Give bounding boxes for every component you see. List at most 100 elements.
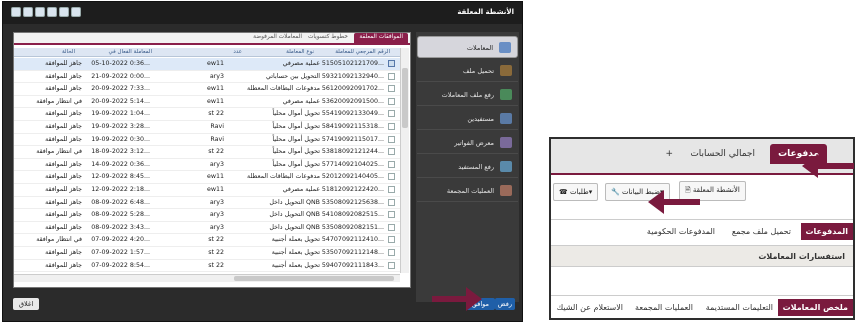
cell-type: تحويل أموال محلياً bbox=[272, 148, 320, 156]
column-header[interactable]: الرقم المرجعي للمعاملة bbox=[335, 49, 390, 55]
table-row[interactable]: 55419092133049... تحويل أموال محلياً st 22… bbox=[14, 108, 400, 121]
cell-ref: 58419092115318... bbox=[321, 123, 384, 130]
cell-count: st 22 bbox=[208, 148, 224, 156]
nav-bulk-operations[interactable]: العمليات المجمعة bbox=[635, 303, 693, 312]
submenu-government-payments[interactable]: المدفوعات الحكومية bbox=[647, 227, 715, 236]
requests-button[interactable]: ☎ طلبات▾ bbox=[553, 183, 599, 201]
cell-type: تحويل أموال محلياً bbox=[272, 160, 320, 168]
cell-count: ary3 bbox=[209, 160, 224, 168]
cell-ref: 53620092091500... bbox=[321, 97, 384, 105]
cell-status: في انتظار موافقة bbox=[36, 148, 82, 156]
upload-file-icon bbox=[500, 65, 512, 76]
row-checkbox[interactable] bbox=[388, 198, 395, 206]
nav-cheque-inquiry[interactable]: الاستعلام عن الشيك bbox=[557, 303, 623, 312]
scroll-thumb[interactable] bbox=[402, 68, 408, 128]
table-row[interactable]: 53508092082151... التحويل داخل QNB ary3 08-… bbox=[14, 222, 400, 235]
row-checkbox[interactable] bbox=[388, 173, 395, 181]
cell-status: جاهز للموافقة bbox=[45, 198, 82, 206]
cell-ref: 56120092091702... bbox=[321, 85, 384, 93]
sidebar-item[interactable]: المعاملات bbox=[417, 36, 518, 58]
table-row[interactable]: 54707092112410... تحويل بعملة أجنبية st 22… bbox=[14, 234, 400, 247]
cell-date: 18-09-2022 3:12... bbox=[91, 148, 150, 156]
column-header[interactable]: الحالة bbox=[62, 49, 75, 55]
tab[interactable]: خطوط كتسويات bbox=[308, 34, 348, 45]
table-row[interactable]: 59321092132940... التحويل بين حساباتي ary3… bbox=[14, 71, 400, 84]
cell-type: تحويل أموال محلياً bbox=[272, 110, 320, 118]
table-row[interactable]: 51812092122420... عملية مصرفي ew11 12-09-20… bbox=[14, 184, 400, 197]
row-checkbox[interactable] bbox=[388, 160, 395, 168]
sidebar-item[interactable]: العمليات المجمعة bbox=[417, 180, 518, 202]
window-control-icon[interactable] bbox=[71, 7, 81, 17]
reject-button[interactable]: رفض bbox=[494, 298, 515, 310]
table-row[interactable]: 53507092112148... تحويل بعملة أجنبية st 22… bbox=[14, 247, 400, 260]
table-row[interactable]: 51505102121709... عملية مصرفي ew11 05-10-20… bbox=[14, 58, 400, 71]
table-row[interactable]: 56120092091702... مدفوعات البطاقات المعطل… bbox=[14, 83, 400, 96]
table-row[interactable]: 57714092104025... تحويل أموال محلياً ary3 1… bbox=[14, 159, 400, 172]
row-checkbox[interactable] bbox=[388, 123, 395, 130]
window-control-icon[interactable] bbox=[23, 7, 33, 17]
arrow-shaft bbox=[432, 296, 470, 302]
nav-transaction-summary[interactable]: ملخص المعاملات bbox=[777, 299, 853, 316]
cell-ref: 59407092111843... bbox=[321, 261, 384, 269]
tab-payments[interactable]: مدفوعات bbox=[770, 144, 827, 164]
window-control-icon[interactable] bbox=[11, 7, 21, 17]
row-checkbox[interactable] bbox=[388, 110, 395, 118]
cell-status: جاهز للموافقة bbox=[45, 72, 82, 80]
table-row[interactable]: 53508092125638... التحويل داخل QNB ary3 08-… bbox=[14, 197, 400, 210]
requests-icon: ☎ bbox=[559, 188, 568, 196]
pending-activities-button[interactable]: 🗎 الأنشطة المعلقة bbox=[679, 181, 746, 201]
horizontal-scrollbar[interactable] bbox=[14, 274, 400, 282]
table-row[interactable]: 57419092115017... تحويل أموال محلياً Ravi 1… bbox=[14, 134, 400, 147]
window-control-icon[interactable] bbox=[59, 7, 69, 17]
window-control-icon[interactable] bbox=[35, 7, 45, 17]
row-checkbox[interactable] bbox=[388, 85, 395, 93]
row-checkbox[interactable] bbox=[388, 223, 395, 231]
row-checkbox[interactable] bbox=[388, 148, 395, 156]
window-control-icon[interactable] bbox=[47, 7, 57, 17]
row-checkbox[interactable] bbox=[388, 97, 395, 105]
column-header[interactable]: المعاملة الفعال في bbox=[109, 49, 152, 55]
sidebar-item-label: تحميل ملف bbox=[462, 67, 494, 75]
tab[interactable]: المعاملات المرفوضة bbox=[253, 34, 302, 45]
row-checkbox[interactable] bbox=[388, 236, 395, 244]
table-row[interactable]: 53620092091500... عملية مصرفي ew11 20-09-20… bbox=[14, 96, 400, 109]
submenu-payments[interactable]: المدفوعات bbox=[800, 223, 853, 240]
close-button[interactable]: اغلاق bbox=[13, 298, 40, 310]
cell-ref: 52012092140405... bbox=[321, 173, 384, 181]
cell-count: st 22 bbox=[208, 236, 224, 244]
table-row[interactable]: 52012092140405... مدفوعات البطاقات المعطل… bbox=[14, 171, 400, 184]
pending-activities-window: الأنشطة المعلقة المعاملات تحميل ملف رفع مل… bbox=[2, 1, 523, 322]
cell-count: Ravi bbox=[210, 135, 224, 143]
tab-total-accounts[interactable]: اجمالي الحسابات bbox=[690, 149, 755, 159]
sidebar-item[interactable]: رفع المستفيد bbox=[417, 156, 518, 178]
row-checkbox[interactable] bbox=[388, 211, 395, 219]
scroll-thumb[interactable] bbox=[234, 276, 394, 281]
row-checkbox[interactable] bbox=[388, 261, 395, 269]
table-row[interactable]: 58419092115318... تحويل أموال محلياً Ravi 1… bbox=[14, 121, 400, 134]
table-row[interactable]: 54108092082515... التحويل داخل QNB ary3 08-… bbox=[14, 209, 400, 222]
cell-date: 19-09-2022 3:28... bbox=[91, 123, 150, 130]
table-row[interactable]: 53818092121244... تحويل أموال محلياً st 22… bbox=[14, 146, 400, 159]
row-checkbox[interactable] bbox=[388, 249, 395, 256]
sidebar-item[interactable]: تحميل ملف bbox=[417, 60, 518, 82]
row-checkbox[interactable] bbox=[388, 60, 395, 67]
sidebar-item[interactable]: معرض الفواتير bbox=[417, 132, 518, 154]
row-checkbox[interactable] bbox=[388, 72, 395, 80]
cell-date: 20-09-2022 7:33... bbox=[91, 85, 150, 93]
column-header[interactable]: عدد bbox=[233, 49, 242, 55]
sidebar-item[interactable]: رفع ملف المعاملات bbox=[417, 84, 518, 106]
inquiries-nav: ملخص المعاملات التعليمات المستديمة العمل… bbox=[551, 295, 853, 318]
submenu-bulk-upload[interactable]: تحميل ملف مجمع bbox=[732, 227, 791, 236]
add-tab-button[interactable]: + bbox=[665, 149, 673, 159]
cell-status: جاهز للموافقة bbox=[45, 173, 82, 181]
column-header[interactable]: نوع المعاملة bbox=[286, 49, 314, 55]
tab[interactable]: الموافقات المعلقة bbox=[354, 33, 408, 44]
pending-activities-icon: 🗎 bbox=[685, 186, 691, 194]
sidebar-item[interactable]: مستفيدين bbox=[417, 108, 518, 130]
vertical-scrollbar[interactable] bbox=[400, 48, 409, 273]
row-checkbox[interactable] bbox=[388, 135, 395, 143]
table-row[interactable]: 59407092111843... تحويل بعملة أجنبية st 22… bbox=[14, 260, 400, 273]
cell-date: 07-09-2022 1:57... bbox=[91, 249, 150, 256]
nav-standing-instructions[interactable]: التعليمات المستديمة bbox=[706, 303, 773, 312]
row-checkbox[interactable] bbox=[388, 186, 395, 193]
